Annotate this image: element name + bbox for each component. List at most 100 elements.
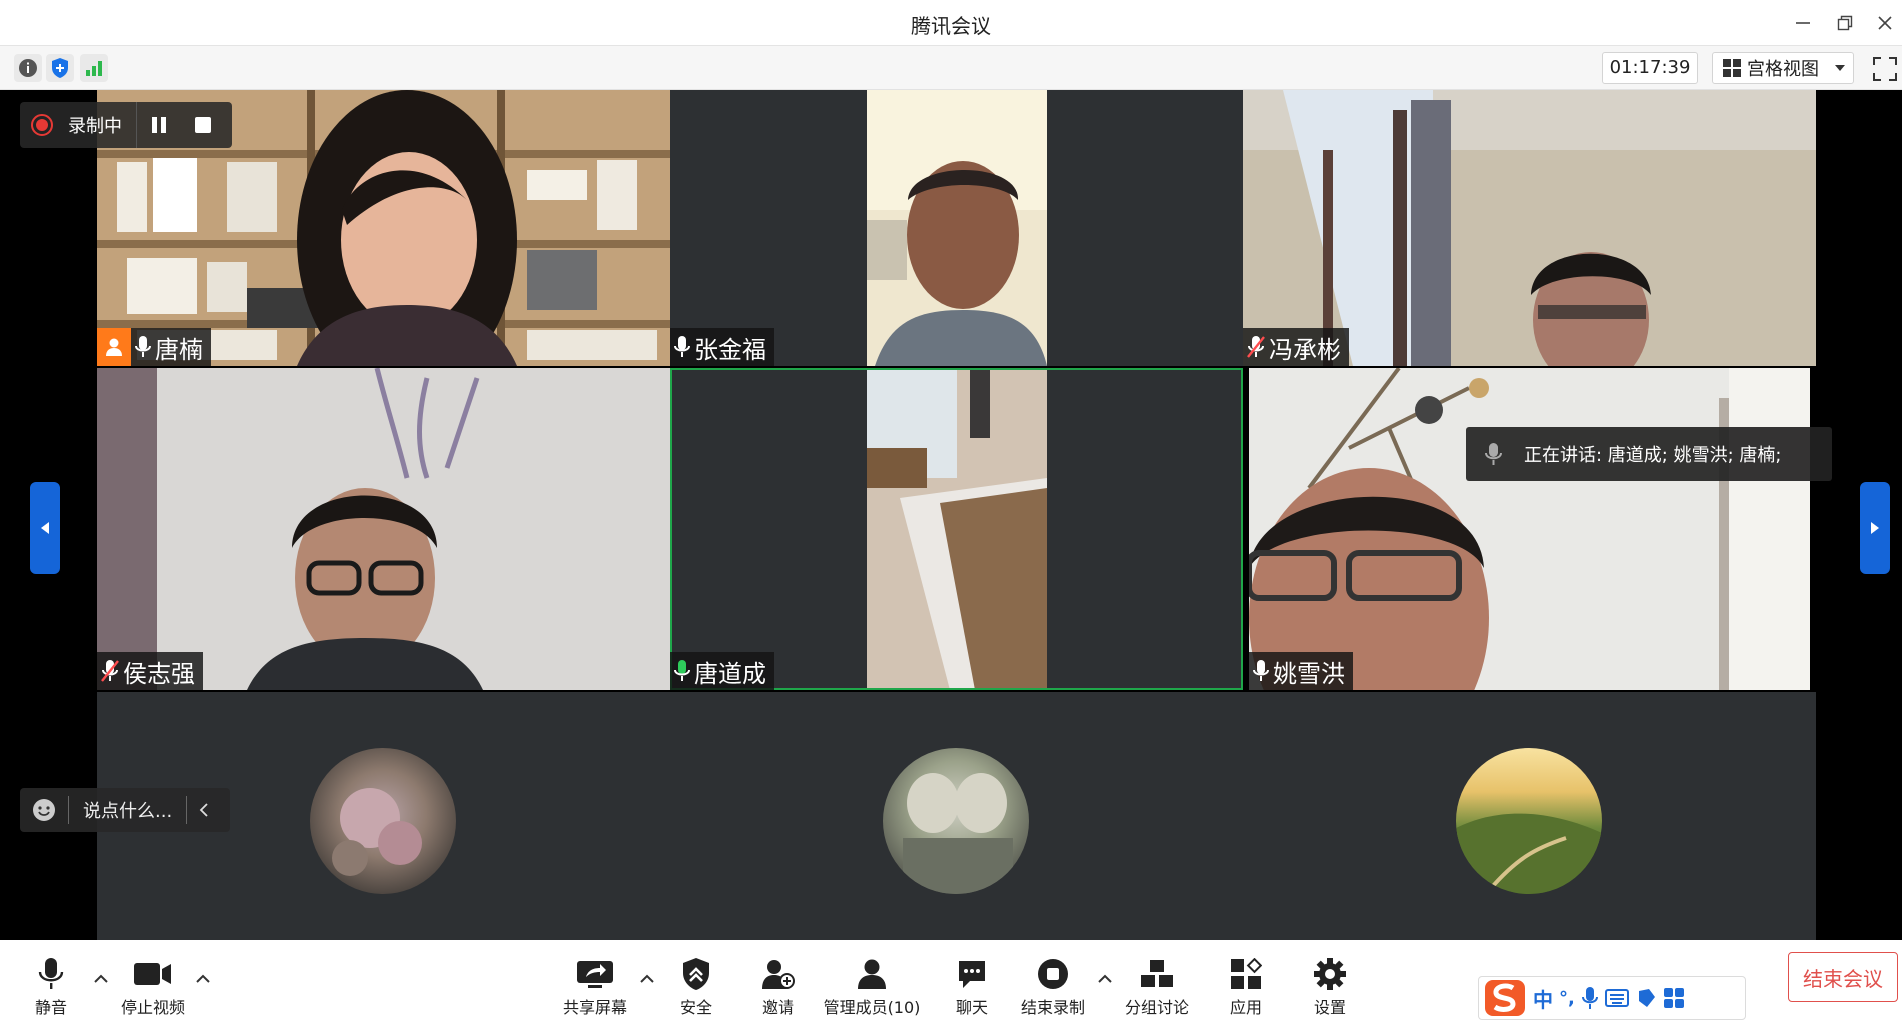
end-recording-label: 结束录制 (1020, 998, 1085, 1017)
sogou-logo-icon (1485, 980, 1525, 1016)
breakout-rooms-icon (1141, 960, 1173, 987)
minimize-icon (1796, 22, 1810, 24)
breakout-rooms-label: 分组讨论 (1124, 998, 1189, 1017)
network-status-button[interactable] (80, 54, 108, 82)
invite-label: 邀请 (761, 998, 794, 1017)
speaking-indicator: 正在讲话: 唐道成; 姚雪洪; 唐楠; (1466, 427, 1832, 481)
chat-quick-input[interactable]: 说点什么... (20, 788, 230, 832)
settings-label: 设置 (1313, 998, 1346, 1017)
pause-recording-button[interactable] (137, 102, 181, 148)
info-icon (19, 59, 37, 77)
end-recording-button[interactable]: 结束录制 (1018, 940, 1088, 1020)
close-button[interactable] (1868, 8, 1902, 38)
view-mode-label: 宫格视图 (1747, 59, 1819, 80)
microphone-icon (38, 958, 64, 989)
window-title: 腾讯会议 (911, 14, 991, 38)
participant-name: 唐道成 (694, 659, 766, 688)
chevron-up-icon[interactable] (638, 970, 656, 988)
gear-icon (1314, 958, 1346, 990)
apps-grid-icon (1231, 958, 1262, 989)
participant-tile-active-speaker[interactable]: 唐道成 (670, 368, 1243, 690)
restore-button[interactable] (1828, 8, 1862, 38)
meeting-info-button[interactable] (14, 54, 42, 82)
bottom-toolbar: 静音 停止视频 共享屏幕 安全 邀请 管理成员(10) 聊天 结束录制 分组讨论… (0, 940, 1902, 1020)
ime-voice-icon (1581, 987, 1598, 1009)
microphone-speaking-icon (674, 660, 690, 681)
participant-name: 姚雪洪 (1273, 659, 1345, 688)
participant-avatar (883, 748, 1029, 894)
speaking-text: 正在讲话: 唐道成; 姚雪洪; 唐楠; (1524, 445, 1782, 466)
share-screen-label: 共享屏幕 (562, 998, 627, 1017)
add-user-icon (762, 960, 795, 989)
chevron-up-icon[interactable] (1096, 970, 1114, 988)
chat-placeholder: 说点什么... (83, 801, 173, 822)
pause-icon (152, 117, 166, 133)
share-screen-icon (577, 961, 613, 988)
chat-bubble-icon (959, 961, 985, 988)
fullscreen-button[interactable] (1872, 56, 1898, 82)
microphone-icon (1253, 660, 1269, 681)
host-user-icon (106, 338, 122, 356)
emoji-icon (33, 799, 55, 821)
participant-name: 张金福 (694, 335, 766, 364)
manage-members-label: 管理成员(10) (823, 998, 921, 1017)
stop-recording-button[interactable] (181, 102, 225, 148)
participant-avatar (1456, 748, 1602, 894)
previous-page-button[interactable] (30, 482, 60, 574)
share-screen-button[interactable]: 共享屏幕 (562, 940, 628, 1020)
meeting-window: 腾讯会议 01:17:39 宫格视图 唐楠 录制中 张金福 冯承彬 侯志强 唐道… (0, 0, 1902, 1020)
chevron-up-icon[interactable] (92, 970, 110, 988)
participant-name-tag: 张金福 (670, 328, 774, 366)
participant-tile-audio-only[interactable] (1243, 692, 1816, 940)
ime-skin-icon (1638, 989, 1655, 1007)
chevron-up-icon[interactable] (194, 970, 212, 988)
title-bar: 腾讯会议 (0, 0, 1902, 46)
participant-tile[interactable]: 张金福 (670, 90, 1243, 366)
security-button[interactable]: 安全 (674, 940, 718, 1020)
apps-button[interactable]: 应用 (1224, 940, 1268, 1020)
security-status-button[interactable] (46, 54, 74, 82)
participant-tile-audio-only[interactable] (670, 692, 1243, 940)
security-label: 安全 (679, 998, 712, 1017)
signal-bars-icon (86, 61, 102, 76)
next-page-button[interactable] (1860, 482, 1890, 574)
participant-tile[interactable]: 姚雪洪 (1249, 368, 1810, 690)
info-bar: 01:17:39 宫格视图 (0, 46, 1902, 90)
microphone-muted-icon (1247, 336, 1265, 358)
ime-mode-label: 中 (1533, 987, 1553, 1012)
video-feed-image (1243, 90, 1816, 366)
triangle-right-icon (1871, 522, 1879, 534)
participant-avatar (310, 748, 456, 894)
recording-label: 录制中 (68, 116, 122, 137)
video-feed-image (670, 90, 1243, 366)
participant-tile[interactable]: 冯承彬 (1243, 90, 1816, 366)
apps-label: 应用 (1229, 998, 1262, 1017)
participant-name-tag: 姚雪洪 (1249, 652, 1353, 690)
chat-button[interactable]: 聊天 (950, 940, 994, 1020)
microphone-icon (1485, 443, 1502, 465)
microphone-muted-icon (101, 660, 119, 682)
avatar-image (332, 788, 422, 876)
invite-button[interactable]: 邀请 (756, 940, 800, 1020)
mute-button[interactable]: 静音 (28, 940, 74, 1020)
recording-indicator: 录制中 (20, 102, 232, 148)
manage-members-button[interactable]: 管理成员(10) (822, 940, 922, 1020)
stop-record-icon (1038, 959, 1068, 989)
shield-icon (52, 58, 68, 78)
participant-name-tag: 冯承彬 (1243, 328, 1349, 366)
view-mode-select[interactable]: 宫格视图 (1712, 52, 1854, 84)
stop-icon (195, 117, 211, 133)
minimize-button[interactable] (1786, 8, 1820, 38)
ime-toolbox-icon (1663, 988, 1684, 1008)
participant-name-tag: 唐楠 (97, 328, 211, 366)
ime-toolbar[interactable]: 中 °, (1478, 976, 1746, 1020)
stop-video-button[interactable]: 停止视频 (116, 940, 190, 1020)
video-feed-image (1249, 368, 1810, 690)
meeting-timer: 01:17:39 (1602, 52, 1698, 84)
participant-name-tag: 唐道成 (670, 652, 774, 690)
settings-button[interactable]: 设置 (1308, 940, 1352, 1020)
breakout-rooms-button[interactable]: 分组讨论 (1122, 940, 1192, 1020)
participant-tile[interactable]: 侯志强 (97, 368, 670, 690)
fullscreen-icon (1873, 57, 1897, 81)
end-meeting-button[interactable]: 结束会议 (1788, 952, 1898, 1002)
